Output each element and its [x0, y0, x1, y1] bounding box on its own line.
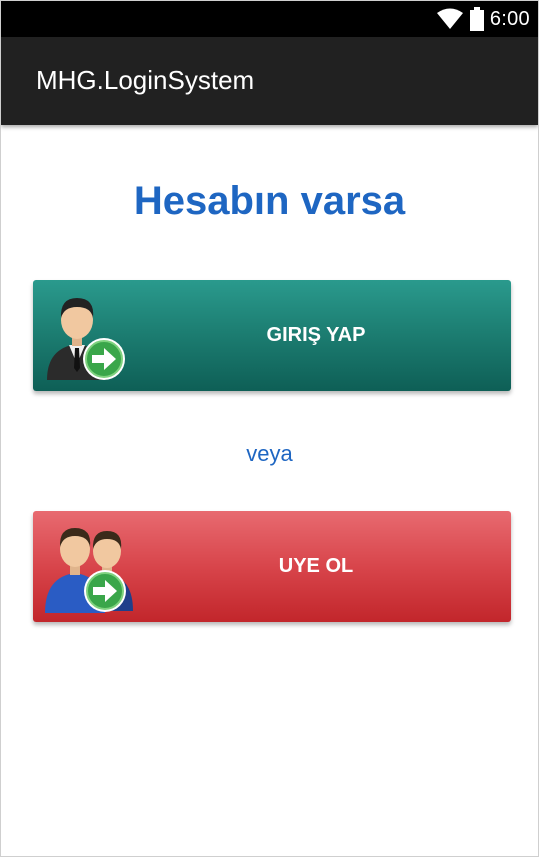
wifi-icon: [436, 8, 463, 29]
app-screen: 6:00 MHG.LoginSystem Hesabın varsa GIRIŞ: [0, 0, 539, 857]
login-button-label: GIRIŞ YAP: [266, 324, 366, 346]
register-button[interactable]: UYE OL: [33, 511, 511, 622]
page-heading: Hesabın varsa: [133, 179, 406, 223]
status-bar: 6:00: [1, 1, 538, 37]
register-button-label: UYE OL: [278, 555, 354, 577]
separator-text: veya: [246, 441, 293, 466]
app-bar: MHG.LoginSystem: [1, 37, 538, 125]
status-time: 6:00: [489, 7, 530, 30]
app-title: MHG.LoginSystem: [36, 65, 255, 95]
status-icons: 6:00: [436, 1, 530, 37]
battery-icon: [469, 7, 484, 31]
login-button[interactable]: GIRIŞ YAP: [33, 280, 511, 391]
